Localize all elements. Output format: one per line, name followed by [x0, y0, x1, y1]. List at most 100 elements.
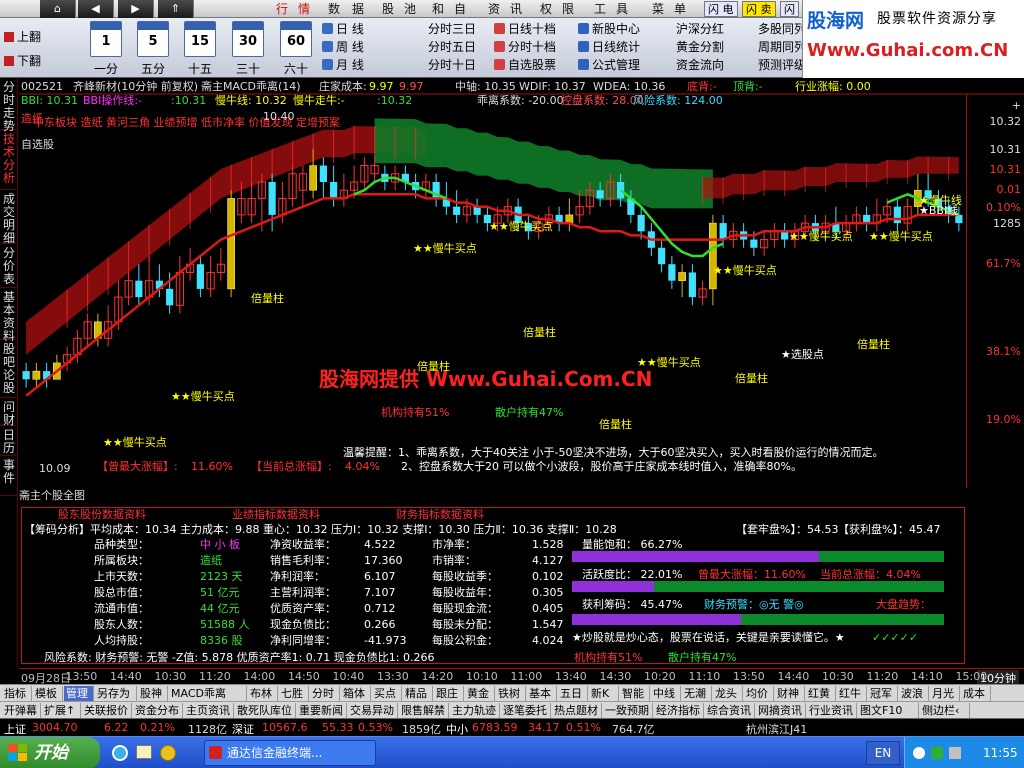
info-tab-5[interactable]: 散死队库位	[235, 703, 296, 718]
left-tab-4[interactable]: 基本资料	[0, 288, 18, 343]
formula-tab-13[interactable]: 黄金	[465, 686, 495, 701]
candle-down[interactable]	[668, 264, 676, 281]
candle-down[interactable]	[596, 190, 604, 199]
left-tab-8[interactable]: 事件	[0, 456, 18, 496]
page-down-button[interactable]: 下翻	[4, 52, 41, 70]
formula-tab-27[interactable]: 波浪	[899, 686, 929, 701]
formula-tab-20[interactable]: 无潮	[682, 686, 712, 701]
menu-item-8[interactable]: 资	[488, 1, 500, 17]
info-tab-4[interactable]: 主页资讯	[184, 703, 234, 718]
flash-button[interactable]: 闪	[780, 1, 799, 17]
info-tab-18[interactable]: 侧边栏‹	[920, 703, 970, 718]
formula-tab-16[interactable]: 五日	[558, 686, 588, 701]
toolbar-col3-item-0[interactable]: 日线十档	[494, 21, 556, 37]
toolbar-col4-item-1[interactable]: 日线统计	[578, 39, 640, 55]
menu-item-14[interactable]: 菜	[652, 1, 664, 17]
left-tab-1[interactable]: 技术分析	[0, 130, 18, 190]
info-tab-13[interactable]: 经济指标	[654, 703, 704, 718]
flash-buy-button[interactable]: 闪 电	[704, 1, 738, 17]
menu-item-2[interactable]: 数	[328, 1, 340, 17]
formula-tab-4[interactable]: 股神	[138, 686, 168, 701]
period-label[interactable]: 六十	[274, 60, 318, 77]
menu-item-10[interactable]: 权	[540, 1, 552, 17]
toolbar-col6-item-1[interactable]: 周期同列	[758, 39, 806, 55]
formula-tab-28[interactable]: 月光	[930, 686, 960, 701]
menu-item-6[interactable]: 和	[432, 1, 444, 17]
formula-tab-5[interactable]: MACD乖离	[169, 686, 247, 701]
toolbar-col5-item-0[interactable]: 沪深分红	[676, 21, 724, 37]
taskbar-item-tdx[interactable]: 通达信金融终端...	[204, 740, 376, 766]
menu-item-5[interactable]: 池	[404, 1, 416, 17]
candle-down[interactable]	[268, 182, 276, 215]
app-quick-icon[interactable]	[160, 745, 176, 761]
formula-tab-7[interactable]: 七胜	[279, 686, 309, 701]
menu-item-9[interactable]: 讯	[510, 1, 522, 17]
candle-down[interactable]	[658, 247, 666, 265]
desktop-icon[interactable]	[136, 745, 152, 759]
candle-down[interactable]	[637, 214, 645, 232]
period-label[interactable]: 一分	[84, 60, 128, 77]
candle-down[interactable]	[781, 231, 789, 240]
left-tab-0[interactable]: 分时走势	[0, 78, 18, 133]
menu-item-12[interactable]: 工	[594, 1, 606, 17]
toolbar-col5-item-2[interactable]: 资金流向	[676, 57, 724, 73]
help-icon[interactable]	[913, 747, 925, 759]
formula-tab-25[interactable]: 红牛	[837, 686, 867, 701]
formula-tab-23[interactable]: 财神	[775, 686, 805, 701]
menu-item-4[interactable]: 股	[382, 1, 394, 17]
left-tab-5[interactable]: 股吧论股	[0, 340, 18, 398]
info-tab-11[interactable]: 热点题材	[552, 703, 602, 718]
toolbar-col2-item-2[interactable]: 分时十日	[428, 57, 476, 73]
formula-tab-18[interactable]: 智能	[620, 686, 650, 701]
period-30-button[interactable]: 30	[232, 21, 264, 57]
candle-down[interactable]	[196, 264, 204, 289]
period-15-button[interactable]: 15	[184, 21, 216, 57]
info-tab-3[interactable]: 资金分布	[133, 703, 183, 718]
info-tab-12[interactable]: 一致预期	[603, 703, 653, 718]
candle-down[interactable]	[319, 165, 327, 182]
home-icon[interactable]: ⌂	[40, 0, 76, 18]
formula-tab-24[interactable]: 红黄	[806, 686, 836, 701]
network-icon[interactable]	[931, 747, 943, 759]
formula-tab-22[interactable]: 均价	[744, 686, 774, 701]
toolbar-col1-item-2[interactable]: 月 线	[322, 57, 364, 73]
up-icon[interactable]: ⇑	[158, 0, 194, 18]
candle-volume-highlight[interactable]	[227, 198, 235, 290]
info-tab-16[interactable]: 行业资讯	[807, 703, 857, 718]
candle-down[interactable]	[719, 223, 727, 240]
info-tab-14[interactable]: 综合资讯	[705, 703, 755, 718]
formula-tab-2[interactable]: 管理	[64, 686, 94, 701]
candle-volume-highlight[interactable]	[678, 272, 686, 281]
toolbar-col2-item-0[interactable]: 分时三日	[428, 21, 476, 37]
formula-tab-21[interactable]: 龙头	[713, 686, 743, 701]
toolbar-col4-item-0[interactable]: 新股中心	[578, 21, 640, 37]
menu-item-13[interactable]: 具	[616, 1, 628, 17]
formula-tab-15[interactable]: 基本	[527, 686, 557, 701]
candle-down[interactable]	[893, 206, 901, 224]
info-tab-2[interactable]: 关联报价	[82, 703, 132, 718]
toolbar-col3-item-1[interactable]: 分时十档	[494, 39, 556, 55]
page-up-button[interactable]: 上翻	[4, 28, 41, 46]
candle-down[interactable]	[135, 280, 143, 298]
toolbar-col1-item-0[interactable]: 日 线	[322, 21, 364, 37]
candle-down[interactable]	[453, 206, 461, 215]
toolbar-col4-item-2[interactable]: 公式管理	[578, 57, 640, 73]
period-1-button[interactable]: 1	[90, 21, 122, 57]
formula-tab-10[interactable]: 买点	[372, 686, 402, 701]
period-label[interactable]: 五分	[131, 60, 175, 77]
toolbar-col6-item-0[interactable]: 多股同列	[758, 21, 806, 37]
clock[interactable]: 11:55	[983, 737, 1018, 768]
formula-tab-8[interactable]: 分时	[310, 686, 340, 701]
forward-icon[interactable]: ▶	[118, 0, 154, 18]
toolbar-col2-item-1[interactable]: 分时五日	[428, 39, 476, 55]
ie-icon[interactable]	[112, 745, 128, 761]
menu-item-15[interactable]: 单	[674, 1, 686, 17]
info-tab-9[interactable]: 主力轨迹	[450, 703, 500, 718]
info-tab-17[interactable]: 图文F10	[858, 703, 919, 718]
formula-tab-11[interactable]: 精品	[403, 686, 433, 701]
formula-tab-1[interactable]: 模板	[33, 686, 63, 701]
candle-volume-highlight[interactable]	[32, 370, 41, 380]
info-tab-6[interactable]: 重要新闻	[297, 703, 347, 718]
left-tab-7[interactable]: 日历	[0, 426, 18, 456]
info-tab-15[interactable]: 网摘资讯	[756, 703, 806, 718]
